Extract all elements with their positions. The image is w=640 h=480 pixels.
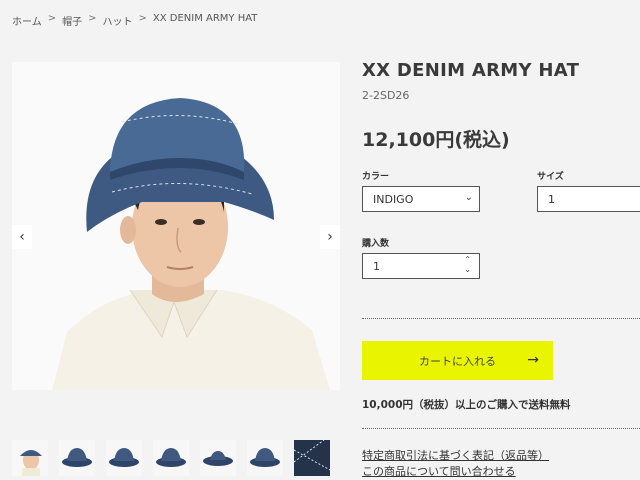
product-inquiry-link[interactable]: この商品について問い合わせる xyxy=(362,463,516,479)
arrow-right-icon: → xyxy=(527,352,539,368)
size-select[interactable]: 1 xyxy=(537,186,640,212)
gallery-next-button[interactable]: › xyxy=(320,225,340,249)
size-label: サイズ xyxy=(537,172,564,182)
chevron-right-icon: › xyxy=(327,229,333,245)
thumbnail-hat-top[interactable] xyxy=(200,440,236,476)
legal-notice-link[interactable]: 特定商取引法に基づく表記（返品等） xyxy=(362,447,549,463)
chevron-down-icon[interactable]: ⌄ xyxy=(464,265,471,275)
thumbnail-hat-front[interactable] xyxy=(59,440,95,476)
quantity-label: 購入数 xyxy=(362,239,390,249)
divider xyxy=(362,318,640,319)
chevron-down-icon: ⌄ xyxy=(464,192,473,203)
thumbnail-model[interactable] xyxy=(12,440,48,476)
quantity-value: 1 xyxy=(373,259,380,273)
free-shipping-note: 10,000円（税抜）以上のご購入で送料無料 xyxy=(362,399,571,411)
breadcrumb-home[interactable]: ホーム xyxy=(12,13,42,28)
product-price: 12,100円(税込) xyxy=(362,129,510,151)
thumbnail-hat-back[interactable] xyxy=(153,440,189,476)
add-to-cart-label: カートに入れる xyxy=(419,354,496,368)
size-select-value: 1 xyxy=(548,192,555,206)
breadcrumb-separator: > xyxy=(47,13,57,24)
breadcrumb-current: XX DENIM ARMY HAT xyxy=(152,13,258,24)
thumbnail-fabric-detail[interactable] xyxy=(294,440,330,476)
stepper-arrows: ⌃ ⌄ xyxy=(464,255,471,275)
color-select-value: INDIGO xyxy=(373,192,414,206)
product-title: XX DENIM ARMY HAT xyxy=(362,60,580,81)
breadcrumb: ホーム > 帽子 > ハット > XX DENIM ARMY HAT xyxy=(12,13,257,28)
add-to-cart-button[interactable]: カートに入れる → xyxy=(362,341,553,380)
thumbnail-strip xyxy=(12,440,330,476)
chevron-left-icon: ‹ xyxy=(19,229,25,245)
breadcrumb-hats[interactable]: 帽子 xyxy=(62,13,82,28)
chevron-up-icon[interactable]: ⌃ xyxy=(464,255,471,265)
thumbnail-hat-side[interactable] xyxy=(106,440,142,476)
thumbnail-hat-angle[interactable] xyxy=(247,440,283,476)
product-main-image[interactable] xyxy=(12,62,340,390)
color-select[interactable]: INDIGO ⌄ xyxy=(362,186,480,212)
color-label: カラー xyxy=(362,172,390,182)
breadcrumb-separator: > xyxy=(88,13,97,24)
breadcrumb-hat[interactable]: ハット xyxy=(102,13,132,28)
quantity-stepper[interactable]: 1 ⌃ ⌄ xyxy=(362,253,480,279)
breadcrumb-separator: > xyxy=(138,13,147,24)
gallery-prev-button[interactable]: ‹ xyxy=(12,225,32,249)
product-code: 2-2SD26 xyxy=(362,89,410,102)
divider xyxy=(362,428,640,429)
